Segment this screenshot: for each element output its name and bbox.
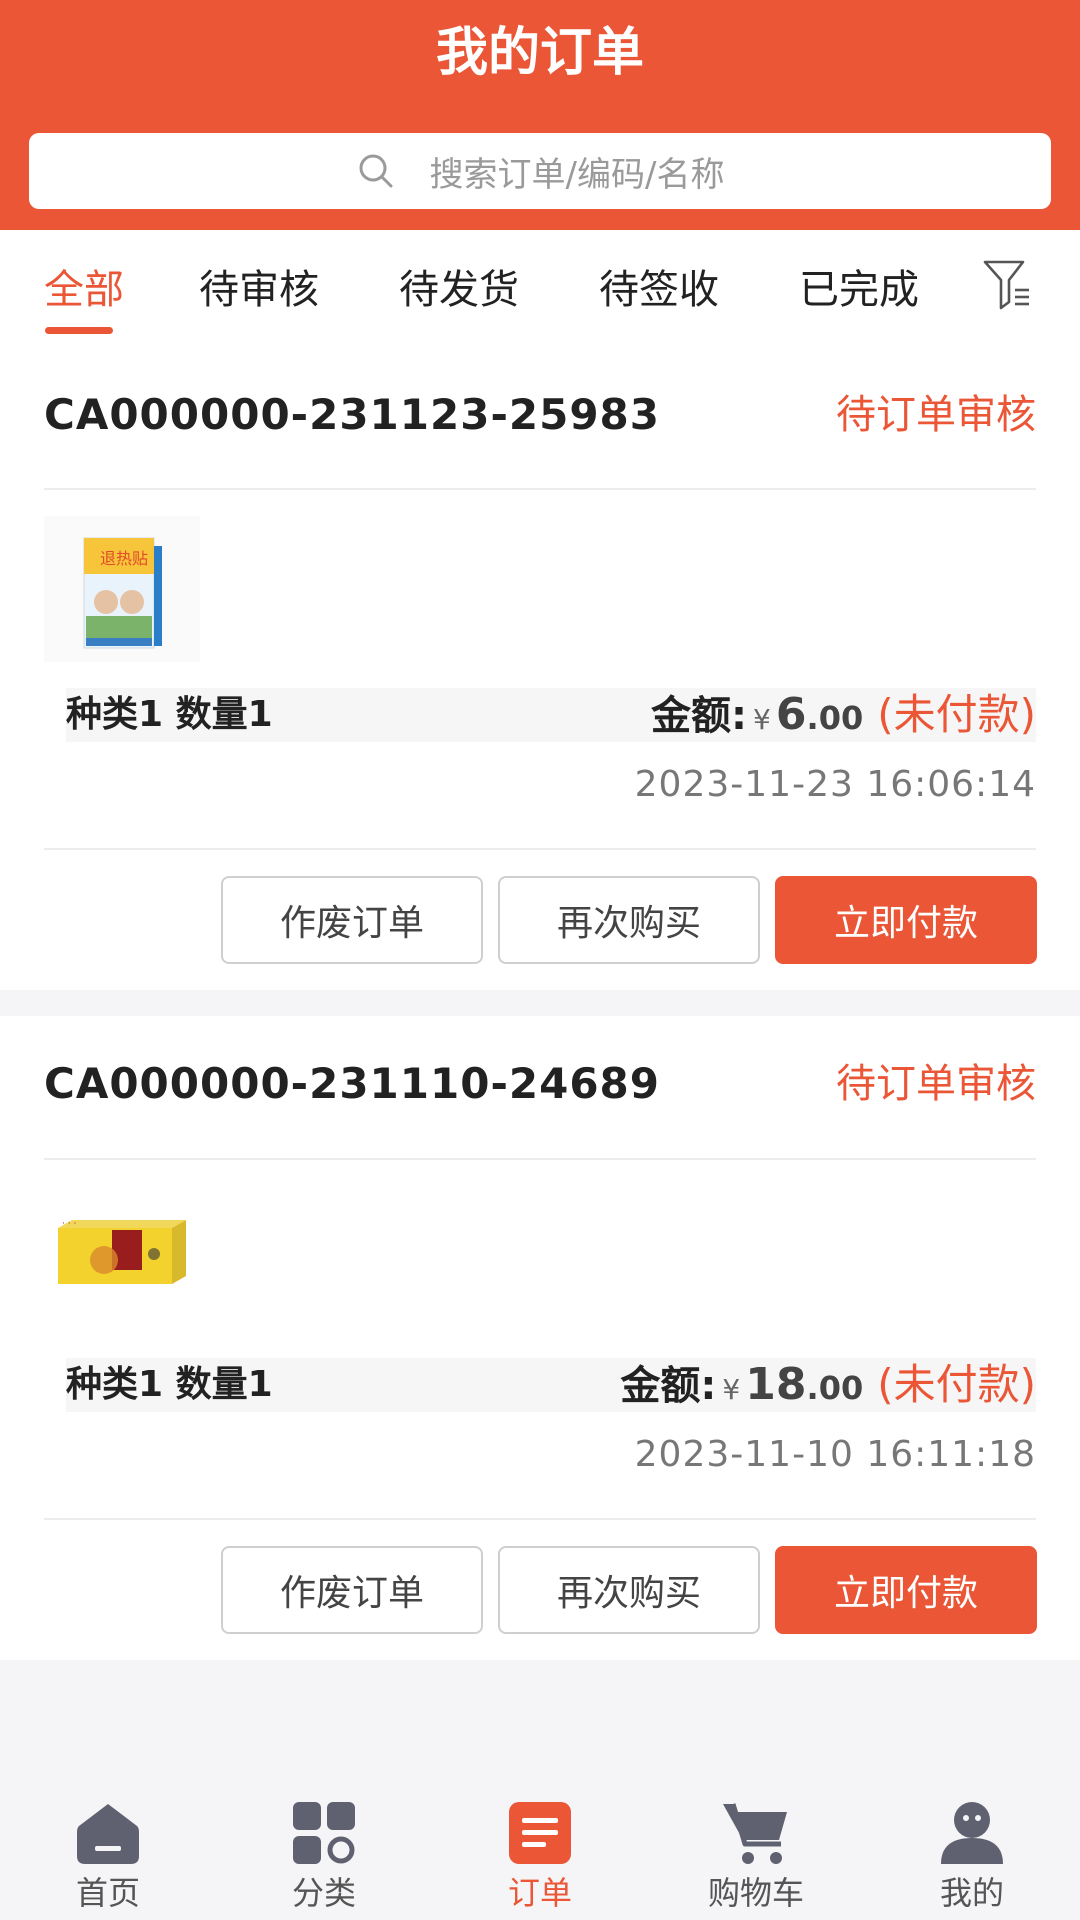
buy-again-button[interactable]: 再次购买 (498, 876, 760, 964)
nav-label: 购物车 (707, 1874, 804, 1912)
profile-icon (941, 1802, 1003, 1864)
tab-pending-receipt[interactable]: 待签收 (599, 262, 719, 318)
product-image: · · · (44, 1186, 200, 1332)
order-summary: 种类1 数量1 金额: ¥ 6.00 (未付款) (66, 688, 1036, 742)
product-thumbnail[interactable]: 退热贴 (44, 516, 200, 662)
tab-pending-review[interactable]: 待审核 (199, 262, 319, 318)
order-summary: 种类1 数量1 金额: ¥ 18.00 (未付款) (66, 1358, 1036, 1412)
tab-pending-shipment[interactable]: 待发货 (399, 262, 519, 318)
search-placeholder: 搜索订单/编码/名称 (429, 154, 725, 195)
nav-label: 我的 (939, 1874, 1004, 1912)
amount-label: 金额: (650, 693, 747, 739)
divider (44, 488, 1036, 490)
order-status: 待订单审核 (836, 1061, 1036, 1107)
void-order-button[interactable]: 作废订单 (221, 876, 483, 964)
order-number: CA000000-231110-24689 (44, 1059, 660, 1108)
divider (44, 1158, 1036, 1160)
order-amount: 金额: ¥ 6.00 (未付款) (651, 688, 1036, 751)
buy-again-button[interactable]: 再次购买 (498, 1546, 760, 1634)
void-order-button[interactable]: 作废订单 (221, 1546, 483, 1634)
cart-icon (723, 1803, 787, 1864)
nav-orders[interactable]: 订单 (432, 1778, 648, 1920)
amount-integer: 6 (775, 689, 807, 740)
nav-cart[interactable]: 购物车 (648, 1778, 864, 1920)
svg-text:· · ·: · · · (62, 1219, 76, 1229)
orders-page: 我的订单 搜索订单/编码/名称 全部 待审核 待发货 待签收 已完成 CA000… (0, 0, 1080, 1920)
order-time: 2023-11-23 16:06:14 (634, 764, 1036, 805)
nav-profile[interactable]: 我的 (864, 1778, 1080, 1920)
amount-decimal: .00 (806, 699, 864, 737)
tab-completed[interactable]: 已完成 (799, 262, 919, 318)
tab-active-indicator (45, 327, 113, 334)
tab-all[interactable]: 全部 (44, 262, 124, 318)
amount-integer: 18 (745, 1359, 807, 1410)
order-time: 2023-11-10 16:11:18 (634, 1434, 1036, 1475)
nav-label: 首页 (75, 1874, 140, 1912)
divider (44, 848, 1036, 850)
header: 我的订单 搜索订单/编码/名称 (0, 0, 1080, 230)
item-count: 种类1 数量1 (66, 694, 273, 735)
order-card: CA000000-231110-24689 待订单审核 · · · 种类1 数量… (0, 1016, 1080, 1660)
bottom-nav: 首页 分类 订单 购物车 我的 (0, 1778, 1080, 1920)
order-amount: 金额: ¥ 18.00 (未付款) (620, 1358, 1036, 1421)
pay-now-button[interactable]: 立即付款 (775, 1546, 1037, 1634)
product-image: 退热贴 (44, 516, 200, 662)
order-card: CA000000-231123-25983 待订单审核 退热贴 种类1 数量1 … (0, 352, 1080, 990)
search-icon (359, 154, 393, 188)
home-icon (77, 1804, 139, 1864)
divider (44, 1518, 1036, 1520)
svg-text:退热贴: 退热贴 (100, 549, 148, 568)
nav-category[interactable]: 分类 (216, 1778, 432, 1920)
nav-label: 订单 (507, 1874, 572, 1912)
order-status: 待订单审核 (836, 392, 1036, 438)
category-icon (293, 1802, 355, 1864)
product-thumbnail[interactable]: · · · (44, 1186, 200, 1332)
currency-symbol: ¥ (722, 1373, 741, 1406)
nav-home[interactable]: 首页 (0, 1778, 216, 1920)
order-icon (509, 1802, 571, 1864)
page-title: 我的订单 (435, 23, 644, 83)
currency-symbol: ¥ (752, 703, 771, 736)
filter-icon[interactable] (982, 256, 1032, 312)
order-tabs: 全部 待审核 待发货 待签收 已完成 (0, 230, 1080, 352)
order-number: CA000000-231123-25983 (44, 390, 660, 439)
nav-label: 分类 (291, 1874, 356, 1912)
amount-decimal: .00 (806, 1369, 864, 1407)
amount-label: 金额: (620, 1363, 717, 1409)
payment-status: (未付款) (877, 1360, 1036, 1409)
item-count: 种类1 数量1 (66, 1364, 273, 1405)
search-input[interactable]: 搜索订单/编码/名称 (29, 133, 1051, 209)
pay-now-button[interactable]: 立即付款 (775, 876, 1037, 964)
payment-status: (未付款) (877, 690, 1036, 739)
